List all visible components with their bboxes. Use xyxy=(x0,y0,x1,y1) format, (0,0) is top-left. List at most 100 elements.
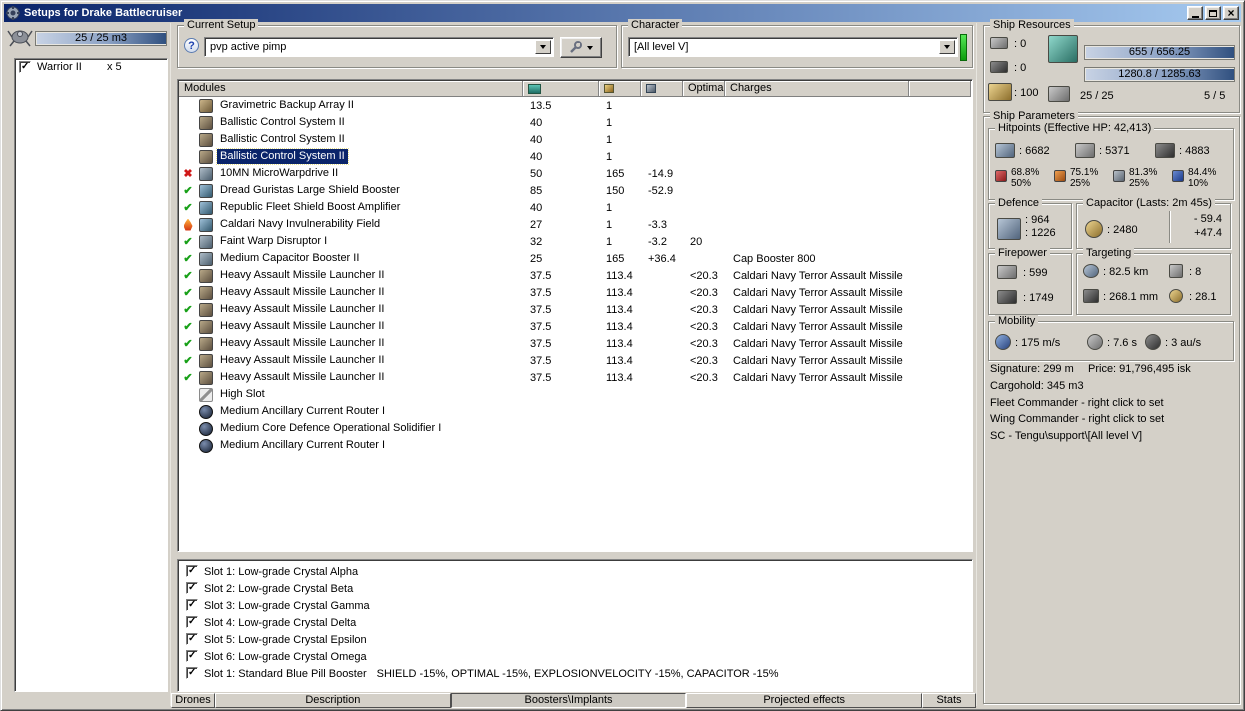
shield-resist-value: 84.4% xyxy=(1188,167,1217,178)
module-row[interactable]: Ballistic Control System II 40 1 xyxy=(179,114,971,131)
armor-hp-value: : 5371 xyxy=(1099,145,1130,157)
module-row[interactable]: Ballistic Control System II 40 1 xyxy=(179,148,971,165)
module-name: Heavy Assault Missile Launcher II xyxy=(220,303,385,315)
module-powergrid-value: 113.4 xyxy=(606,354,633,367)
resist-values: 81.3% 25% xyxy=(1129,167,1157,189)
character-combobox[interactable]: [All level V] xyxy=(628,37,958,57)
squad-commander-text[interactable]: SC - Tengu\support\[All level V] xyxy=(990,430,1142,442)
modules-column-header[interactable]: Modules xyxy=(179,81,523,96)
module-row[interactable]: Medium Ancillary Current Router I xyxy=(179,437,971,454)
drone-list-item[interactable]: Warrior II x 5 xyxy=(15,59,167,76)
tab-drones[interactable]: Drones xyxy=(171,693,215,708)
module-row[interactable]: Heavy Assault Missile Launcher II 37.5 1… xyxy=(179,369,971,386)
module-row[interactable]: 10MN MicroWarpdrive II 50 165 -14.9 xyxy=(179,165,971,182)
max-targets-value: : 8 xyxy=(1189,266,1202,278)
booster-checkbox[interactable] xyxy=(186,616,198,628)
booster-checkbox[interactable] xyxy=(186,599,198,611)
module-charges-value: Caldari Navy Terror Assault Missile xyxy=(733,303,903,316)
module-row[interactable]: Heavy Assault Missile Launcher II 37.5 1… xyxy=(179,301,971,318)
module-row[interactable]: Gravimetric Backup Array II 13.5 1 xyxy=(179,97,971,114)
module-row[interactable]: Faint Warp Disruptor I 32 1 -3.2 20 xyxy=(179,233,971,250)
module-row[interactable]: Heavy Assault Missile Launcher II 37.5 1… xyxy=(179,318,971,335)
module-powergrid-value: 1 xyxy=(606,133,613,146)
minimize-button[interactable] xyxy=(1187,6,1203,20)
module-charges-value: Caldari Navy Terror Assault Missile xyxy=(733,320,903,333)
tab-boosters-implants[interactable]: Boosters\Implants xyxy=(450,693,687,708)
module-powergrid-value: 113.4 xyxy=(606,371,633,384)
modules-list[interactable]: Gravimetric Backup Array II 13.5 1 Balli… xyxy=(179,97,971,550)
booster-row[interactable]: Slot 2: Low-grade Crystal Beta xyxy=(178,580,972,597)
capacitor-column-header[interactable] xyxy=(641,81,683,96)
module-icon xyxy=(199,268,213,283)
capacitor-amount-value: : 2480 xyxy=(1107,224,1138,236)
module-optimal-value: <20.3 xyxy=(690,269,718,282)
fleet-commander-text[interactable]: Fleet Commander - right click to set xyxy=(990,397,1164,409)
tab-projected-effects[interactable]: Projected effects xyxy=(686,693,923,708)
module-row[interactable]: High Slot xyxy=(179,386,971,403)
module-name: Ballistic Control System II xyxy=(220,133,345,145)
setup-tools-button[interactable] xyxy=(560,37,602,58)
module-icon xyxy=(199,149,213,164)
close-button[interactable] xyxy=(1223,6,1239,20)
module-powergrid-value: 165 xyxy=(606,252,625,265)
booster-row[interactable]: Slot 6: Low-grade Crystal Omega xyxy=(178,648,972,665)
booster-checkbox[interactable] xyxy=(186,582,198,594)
booster-checkbox[interactable] xyxy=(186,565,198,577)
maximize-button[interactable] xyxy=(1205,6,1221,20)
turret-hardpoints-value: : 0 xyxy=(1014,38,1027,50)
module-row[interactable]: Medium Core Defence Operational Solidifi… xyxy=(179,420,971,437)
module-optimal-value: <20.3 xyxy=(690,303,718,316)
cpu-column-header[interactable] xyxy=(523,81,599,96)
drone-checkbox[interactable] xyxy=(19,61,31,73)
module-row[interactable]: Heavy Assault Missile Launcher II 37.5 1… xyxy=(179,284,971,301)
module-row[interactable]: Heavy Assault Missile Launcher II 37.5 1… xyxy=(179,352,971,369)
module-row[interactable]: Dread Guristas Large Shield Booster 85 1… xyxy=(179,182,971,199)
mobility-group: Mobility : 175 m/s : 7.6 s : 3 au/s xyxy=(988,315,1234,361)
module-optimal-value: 20 xyxy=(690,235,703,248)
setup-combo-arrow[interactable] xyxy=(535,40,551,54)
module-row[interactable]: Medium Ancillary Current Router I xyxy=(179,403,971,420)
ship-resources-label: Ship Resources xyxy=(990,19,1074,32)
module-optimal-value: <20.3 xyxy=(690,354,718,367)
booster-row[interactable]: Slot 1: Standard Blue Pill Booster SHIEL… xyxy=(178,665,972,682)
boosters-implants-list[interactable]: Slot 1: Low-grade Crystal Alpha Slot 2: … xyxy=(177,559,973,692)
character-combo-arrow[interactable] xyxy=(939,40,955,54)
price-value: Price: 91,796,495 isk xyxy=(1088,363,1191,375)
warp-speed-icon xyxy=(1145,334,1161,350)
module-row[interactable]: Heavy Assault Missile Launcher II 37.5 1… xyxy=(179,335,971,352)
launcher-hardpoints-value: : 0 xyxy=(1014,62,1027,74)
booster-label: Slot 1: Low-grade Crystal Alpha xyxy=(204,565,359,578)
powergrid-column-header[interactable] xyxy=(599,81,641,96)
firepower-dps-value: : 599 xyxy=(1023,267,1048,279)
module-cap-value: -52.9 xyxy=(648,184,674,197)
launcher-hardpoints-icon xyxy=(990,61,1008,73)
booster-checkbox[interactable] xyxy=(186,633,198,645)
wing-commander-text[interactable]: Wing Commander - right click to set xyxy=(990,413,1164,425)
charges-column-header[interactable]: Charges xyxy=(725,81,909,96)
powergrid-bar-label: 1280.8 / 1285.63 xyxy=(1118,68,1201,80)
tab-description[interactable]: Description xyxy=(215,693,451,708)
right-splitter[interactable] xyxy=(976,23,979,706)
module-row[interactable]: Heavy Assault Missile Launcher II 37.5 1… xyxy=(179,267,971,284)
booster-row[interactable]: Slot 1: Low-grade Crystal Alpha xyxy=(178,563,972,580)
module-row[interactable]: Ballistic Control System II 40 1 xyxy=(179,131,971,148)
optimal-column-header[interactable]: Optimal xyxy=(683,81,725,96)
drone-list[interactable]: Warrior II x 5 xyxy=(14,58,168,692)
setup-combobox[interactable]: pvp active pimp xyxy=(204,37,554,57)
tab-stats[interactable]: Stats xyxy=(922,693,977,708)
left-splitter[interactable] xyxy=(170,23,173,706)
targeting-group: Targeting : 82.5 km : 8 : 268.1 mm : 28.… xyxy=(1076,247,1231,315)
module-row[interactable]: Caldari Navy Invulnerability Field 27 1 … xyxy=(179,216,971,233)
module-row[interactable]: Republic Fleet Shield Boost Amplifier 40… xyxy=(179,199,971,216)
booster-row[interactable]: Slot 5: Low-grade Crystal Epsilon xyxy=(178,631,972,648)
hitpoints-label: Hitpoints (Effective HP: 42,413) xyxy=(995,122,1155,135)
booster-row[interactable]: Slot 4: Low-grade Crystal Delta xyxy=(178,614,972,631)
module-row[interactable]: Medium Capacitor Booster II 25 165 +36.4… xyxy=(179,250,971,267)
booster-checkbox[interactable] xyxy=(186,667,198,679)
hull-hp-icon xyxy=(1155,143,1175,158)
booster-row[interactable]: Slot 3: Low-grade Crystal Gamma xyxy=(178,597,972,614)
help-icon[interactable] xyxy=(184,38,199,53)
sensor-strength-value: : 28.1 xyxy=(1189,291,1217,303)
firepower-label: Firepower xyxy=(995,247,1050,260)
booster-checkbox[interactable] xyxy=(186,650,198,662)
